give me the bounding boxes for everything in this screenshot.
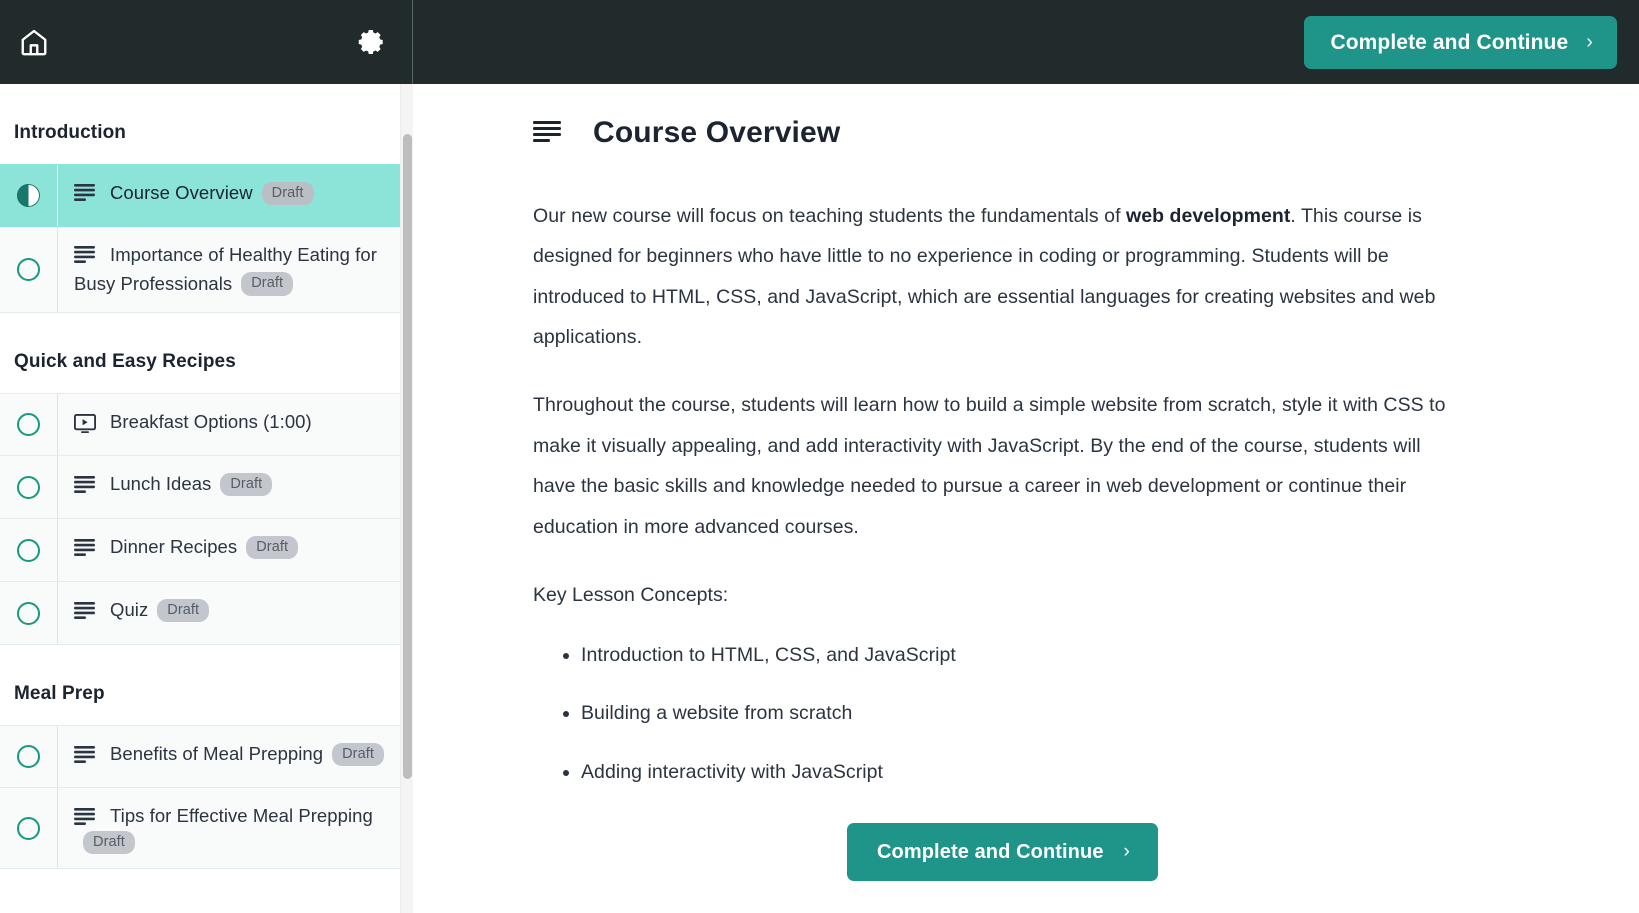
- gear-icon[interactable]: [350, 20, 394, 64]
- circle-icon[interactable]: [17, 745, 40, 769]
- sidebar-lesson-item[interactable]: Quiz Draft: [0, 582, 400, 646]
- circle-icon[interactable]: [17, 258, 40, 282]
- key-concept-item: Introduction to HTML, CSS, and JavaScrip…: [581, 641, 1463, 670]
- key-concepts-list: Introduction to HTML, CSS, and JavaScrip…: [547, 641, 1463, 787]
- lesson-status-cell[interactable]: [0, 582, 57, 644]
- circle-icon[interactable]: [17, 475, 40, 499]
- lesson-status-cell[interactable]: [0, 165, 57, 226]
- lesson-status-cell[interactable]: [0, 227, 57, 312]
- chevron-right-icon: ›: [1123, 841, 1130, 863]
- status-badge: Draft: [241, 272, 294, 296]
- paragraph-1-text-a: Our new course will focus on teaching st…: [533, 205, 1127, 227]
- curriculum-sidebar: Introduction Course Overview Draft Importan…: [0, 84, 413, 913]
- lesson-status-cell[interactable]: [0, 394, 57, 455]
- status-badge: Draft: [157, 599, 210, 623]
- sidebar-scroll-area[interactable]: Introduction Course Overview Draft Importan…: [0, 84, 412, 913]
- top-bar-left: [0, 0, 413, 84]
- lesson-content-inner: Course Overview Our new course will focu…: [533, 116, 1463, 881]
- sidebar-section-list: Introduction Course Overview Draft Importan…: [0, 84, 400, 870]
- circle-icon[interactable]: [17, 601, 40, 625]
- lesson-paragraph-2: Throughout the course, students will lea…: [533, 394, 1446, 538]
- key-concept-item: Adding interactivity with JavaScript: [581, 758, 1463, 787]
- sidebar-section-title: Introduction: [0, 84, 400, 164]
- concepts-heading: Key Lesson Concepts:: [533, 583, 729, 606]
- sidebar-lesson-item[interactable]: Lunch Ideas Draft: [0, 456, 400, 520]
- lesson-main-cell: Breakfast Options (1:00): [57, 394, 400, 456]
- home-icon[interactable]: [12, 20, 56, 64]
- sidebar-section-title: Quick and Easy Recipes: [0, 313, 400, 394]
- lesson-main-cell: Benefits of Meal Prepping Draft: [57, 726, 400, 788]
- status-badge: Draft: [261, 181, 314, 205]
- complete-and-continue-label-top: Complete and Continue: [1330, 30, 1569, 54]
- sidebar-lesson-item[interactable]: Breakfast Options (1:00): [0, 393, 400, 457]
- lesson-label: Course Overview: [110, 182, 253, 203]
- lesson-label: Importance of Healthy Eating for Busy Pr…: [74, 244, 377, 294]
- lesson-main-cell: Quiz Draft: [57, 582, 400, 645]
- text-lines-icon: [533, 119, 563, 148]
- course-player-app: Complete and Continue › Introduction Cour…: [0, 0, 1639, 913]
- lesson-main-cell: Importance of Healthy Eating for Busy Pr…: [57, 227, 400, 313]
- circle-icon[interactable]: [17, 413, 40, 437]
- sidebar-lesson-item[interactable]: Benefits of Meal Prepping Draft: [0, 725, 400, 789]
- complete-and-continue-label-bottom: Complete and Continue: [877, 840, 1104, 863]
- sidebar-lesson-item[interactable]: Dinner Recipes Draft: [0, 519, 400, 583]
- top-bar: Complete and Continue ›: [0, 0, 1639, 84]
- text-lines-icon: [74, 246, 96, 264]
- paragraph-1-bold: web development: [1126, 205, 1291, 227]
- status-badge: Draft: [332, 743, 385, 767]
- lesson-main-cell: Tips for Effective Meal Prepping Draft: [57, 788, 400, 869]
- lesson-status-cell[interactable]: [0, 788, 57, 868]
- status-badge: Draft: [220, 473, 273, 497]
- lesson-label: Dinner Recipes: [110, 536, 238, 558]
- lesson-label: Breakfast Options (1:00): [110, 411, 312, 433]
- sidebar-scrollbar-track[interactable]: [400, 84, 413, 913]
- sidebar-lesson-item[interactable]: Tips for Effective Meal Prepping Draft: [0, 788, 400, 870]
- bottom-button-row: Complete and Continue ›: [533, 822, 1463, 881]
- chevron-right-icon: ›: [1586, 31, 1593, 53]
- half-circle-icon[interactable]: [17, 184, 40, 207]
- sidebar-scrollbar-thumb[interactable]: [403, 134, 412, 779]
- lesson-label: Benefits of Meal Prepping: [110, 743, 324, 765]
- lesson-label: Quiz: [110, 599, 149, 621]
- lesson-label: Lunch Ideas: [110, 473, 212, 495]
- text-lines-icon: [74, 601, 96, 620]
- lesson-main-cell: Lunch Ideas Draft: [57, 456, 400, 519]
- lesson-main-cell: Dinner Recipes Draft: [57, 519, 400, 582]
- circle-icon[interactable]: [17, 816, 40, 840]
- sidebar-lesson-item[interactable]: Importance of Healthy Eating for Busy Pr…: [0, 227, 400, 314]
- body-split: Introduction Course Overview Draft Importan…: [0, 84, 1639, 913]
- complete-and-continue-button-bottom[interactable]: Complete and Continue ›: [847, 822, 1158, 881]
- circle-icon[interactable]: [17, 538, 40, 562]
- lesson-header: Course Overview: [533, 116, 1463, 150]
- text-lines-icon: [74, 475, 96, 494]
- lesson-status-cell[interactable]: [0, 519, 57, 581]
- text-lines-icon: [74, 745, 96, 764]
- lesson-main-cell: Course Overview Draft: [57, 165, 400, 226]
- text-lines-icon: [74, 538, 96, 557]
- sidebar-lesson-item[interactable]: Course Overview Draft: [0, 164, 400, 227]
- status-badge: Draft: [83, 831, 135, 855]
- lesson-paragraph-1: Our new course will focus on teaching st…: [533, 196, 1463, 357]
- lesson-content-area: Course Overview Our new course will focu…: [413, 84, 1639, 913]
- lesson-status-cell[interactable]: [0, 456, 57, 518]
- lesson-label: Tips for Effective Meal Prepping: [110, 805, 373, 827]
- lesson-status-cell[interactable]: [0, 726, 57, 787]
- complete-and-continue-button-top[interactable]: Complete and Continue ›: [1304, 15, 1617, 69]
- top-bar-right: Complete and Continue ›: [413, 0, 1639, 84]
- key-concept-item: Building a website from scratch: [581, 699, 1463, 728]
- text-lines-icon: [74, 807, 96, 826]
- video-icon: [74, 413, 96, 433]
- sidebar-section-title: Meal Prep: [0, 645, 400, 726]
- page-title: Course Overview: [593, 116, 841, 149]
- status-badge: Draft: [246, 536, 299, 560]
- text-lines-icon: [74, 184, 96, 202]
